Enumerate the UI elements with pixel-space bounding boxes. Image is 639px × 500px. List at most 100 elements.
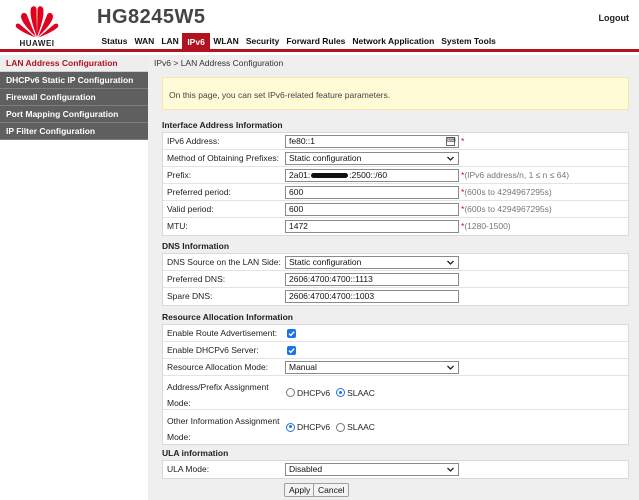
addr-assign-label-line1: Address/Prefix Assignment [167, 382, 269, 392]
route-adv-checkbox[interactable] [287, 329, 296, 338]
valid-period-label: Valid period: [167, 204, 214, 214]
sidebar-item-port-mapping[interactable]: Port Mapping Configuration [0, 106, 148, 123]
ula-mode-value: Disabled [289, 464, 323, 474]
addr-assign-row: Address/Prefix Assignment Mode: DHCPv6 SL… [163, 376, 628, 410]
other-info-dhcpv6-radio[interactable] [286, 422, 295, 432]
dhcpv6-server-label: Enable DHCPv6 Server: [167, 345, 259, 355]
other-info-label: Other Information Assignment Mode: [167, 413, 279, 445]
nav-forward-rules[interactable]: Forward Rules [283, 33, 349, 50]
spare-dns-input[interactable]: 2606:4700:4700::1003 [285, 290, 459, 303]
logout-link[interactable]: Logout [599, 13, 630, 23]
other-info-row: Other Information Assignment Mode: DHCPv6… [163, 410, 628, 444]
nav-wlan[interactable]: WLAN [210, 33, 243, 50]
allocation-mode-select[interactable]: Manual [285, 361, 459, 374]
nav-status[interactable]: Status [98, 33, 131, 50]
sidebar-item-ip-filter[interactable]: IP Filter Configuration [0, 123, 148, 140]
spare-dns-row: Spare DNS: 2606:4700:4700::1003 [163, 288, 628, 305]
method-label: Method of Obtaining Prefixes: [167, 153, 279, 163]
ula-form: ULA Mode: Disabled [162, 460, 629, 479]
info-text: On this page, you can set IPv6-related f… [169, 90, 391, 100]
method-select[interactable]: Static configuration [285, 152, 459, 165]
dns-form: DNS Source on the LAN Side: Static confi… [162, 253, 629, 306]
addr-assign-dhcpv6-label: DHCPv6 [297, 387, 331, 398]
other-info-dhcpv6-label: DHCPv6 [297, 422, 331, 432]
valid-period-hint: *(600s to 4294967295s) [461, 201, 552, 218]
nav-ipv6[interactable]: IPv6 [182, 33, 210, 52]
addr-assign-label: Address/Prefix Assignment Mode: [167, 379, 269, 411]
prefix-hint-text: (IPv6 address/n, 1 ≤ n ≤ 64) [464, 170, 570, 180]
other-info-label-line1: Other Information Assignment [167, 416, 280, 426]
other-info-slaac-label: SLAAC [347, 422, 375, 432]
section-title-dns: DNS Information [162, 241, 230, 251]
route-adv-label: Enable Route Advertisement: [167, 328, 278, 338]
mtu-input[interactable]: 1472 [285, 220, 459, 233]
nav-network-application[interactable]: Network Application [349, 33, 438, 50]
ula-mode-label: ULA Mode: [167, 464, 210, 474]
mtu-hint-text: (1280-1500) [464, 221, 511, 231]
method-row: Method of Obtaining Prefixes: Static con… [163, 150, 628, 167]
breadcrumb: IPv6 > LAN Address Configuration [154, 58, 284, 68]
addr-assign-slaac-radio[interactable] [336, 388, 346, 397]
nav-lan[interactable]: LAN [158, 33, 182, 50]
sidebar-item-dhcpv6-static-ip[interactable]: DHCPv6 Static IP Configuration [0, 72, 148, 89]
preferred-dns-row: Preferred DNS: 2606:4700:4700::1113 [163, 271, 628, 288]
section-title-resource: Resource Allocation Information [162, 312, 293, 322]
route-adv-row: Enable Route Advertisement: [163, 325, 628, 342]
mtu-label: MTU: [167, 221, 188, 231]
dns-source-label: DNS Source on the LAN Side: [167, 257, 281, 267]
prefix-value-end: :2500::/60 [349, 170, 388, 180]
ula-mode-select[interactable]: Disabled [285, 463, 459, 476]
ula-mode-row: ULA Mode: Disabled [163, 461, 628, 478]
required-mark: * [461, 136, 465, 146]
other-info-slaac-radio[interactable] [336, 422, 346, 432]
sidebar-item-firewall[interactable]: Firewall Configuration [0, 89, 148, 106]
prefix-row: Prefix: 2a01::2500::/60 *(IPv6 address/n… [163, 167, 628, 184]
dns-source-row: DNS Source on the LAN Side: Static confi… [163, 254, 628, 271]
prefix-input[interactable]: 2a01: :2500::/60 [285, 169, 459, 182]
addr-assign-slaac-label: SLAAC [347, 387, 375, 398]
apply-button[interactable]: Apply [284, 483, 316, 497]
check-icon [288, 348, 295, 354]
valid-period-row: Valid period: 600 *(600s to 4294967295s) [163, 201, 628, 218]
addr-assign-radio-group: DHCPv6 SLAAC [286, 376, 381, 409]
prefix-label: Prefix: [167, 170, 192, 180]
ipv6-address-row: IPv6 Address: fe80::1 ⌨ * [163, 133, 628, 150]
keyboard-icon[interactable]: ⌨ [446, 137, 456, 146]
info-banner: On this page, you can set IPv6-related f… [162, 77, 629, 110]
main-content: IPv6 > LAN Address Configuration On this… [148, 55, 639, 500]
allocation-mode-label: Resource Allocation Mode: [167, 362, 269, 372]
header: HUAWEI HG8245W5 Logout Status WAN LAN IP… [0, 0, 639, 52]
chevron-down-icon [447, 467, 454, 472]
mtu-row: MTU: 1472 *(1280-1500) [163, 218, 628, 235]
sidebar: LAN Address Configuration DHCPv6 Static … [0, 55, 148, 500]
top-nav: Status WAN LAN IPv6 WLAN Security Forwar… [98, 33, 500, 52]
preferred-dns-input[interactable]: 2606:4700:4700::1113 [285, 273, 459, 286]
ipv6-address-value: fe80::1 [289, 136, 315, 146]
check-icon [288, 331, 295, 337]
nav-wan[interactable]: WAN [131, 33, 158, 50]
dhcpv6-server-checkbox[interactable] [287, 346, 296, 355]
cancel-button[interactable]: Cancel [313, 483, 350, 497]
addr-assign-dhcpv6-radio[interactable] [286, 388, 295, 397]
allocation-mode-value: Manual [289, 362, 317, 372]
valid-period-input[interactable]: 600 [285, 203, 459, 216]
preferred-hint-text: (600s to 4294967295s) [464, 187, 552, 197]
prefix-value-start: 2a01: [289, 170, 311, 180]
nav-security[interactable]: Security [242, 33, 283, 50]
chevron-down-icon [447, 260, 454, 265]
nav-system-tools[interactable]: System Tools [438, 33, 500, 50]
sidebar-item-lan-address[interactable]: LAN Address Configuration [0, 55, 148, 72]
preferred-period-input[interactable]: 600 [285, 186, 459, 199]
ipv6-address-input[interactable]: fe80::1 ⌨ [285, 135, 459, 148]
logo-text: HUAWEI [19, 39, 55, 48]
section-title-interface: Interface Address Information [162, 120, 283, 130]
other-info-radio-group: DHCPv6 SLAAC [286, 410, 381, 444]
preferred-period-hint: *(600s to 4294967295s) [461, 184, 552, 201]
huawei-logo: HUAWEI [10, 3, 64, 49]
ipv6-required-mark: * [461, 133, 464, 150]
redaction-mark [311, 173, 349, 179]
section-title-ula: ULA information [162, 448, 229, 458]
dns-source-select[interactable]: Static configuration [285, 256, 459, 269]
device-model: HG8245W5 [97, 6, 206, 28]
preferred-period-label: Preferred period: [167, 187, 231, 197]
